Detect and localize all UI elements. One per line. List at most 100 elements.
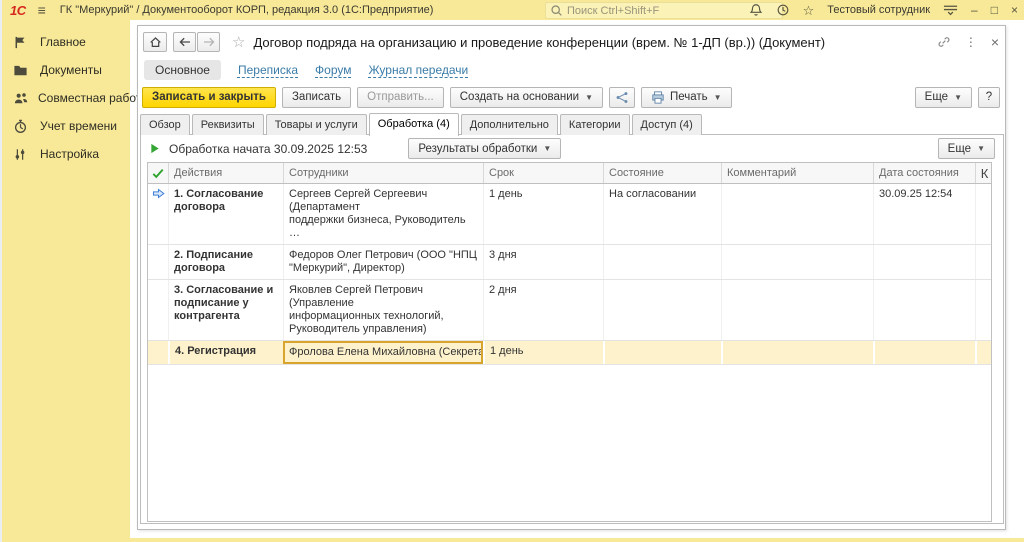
employee-cell: Сергеев Сергей Сергеевич (Департамент по…: [283, 184, 483, 244]
window-menu-kebab-icon[interactable]: ⋮: [965, 36, 977, 48]
column-header-2[interactable]: Срок: [483, 163, 603, 183]
form-navigation: Основное Переписка Форум Журнал передачи: [144, 59, 468, 80]
sidebar-item-main[interactable]: Главное: [0, 28, 130, 56]
tab-6[interactable]: Доступ (4): [631, 114, 702, 135]
state-date-cell: [873, 280, 975, 340]
employee-cell: Фролова Елена Михайловна (Секретари…: [283, 341, 483, 364]
window-close-button[interactable]: ×: [991, 35, 999, 49]
create-based-on-button[interactable]: Создать на основании ▼: [449, 86, 603, 108]
processing-status-row: Обработка начата 30.09.2025 12:53 Резуль…: [141, 135, 1003, 162]
action-cell: 2. Подписание договора: [168, 245, 283, 279]
topbar: 1С ≡ ГК "Меркурий" / Документооборот КОР…: [0, 0, 1024, 20]
table-row[interactable]: 1. Согласование договора Сергеев Сергей С…: [148, 184, 991, 245]
k-cell: [975, 341, 991, 364]
sidebar-item-documents[interactable]: Документы: [0, 56, 130, 84]
help-button[interactable]: ?: [978, 86, 1000, 108]
term-cell: 1 день: [483, 184, 603, 244]
search-placeholder: Поиск Ctrl+Shift+F: [567, 4, 660, 17]
favorite-toggle-icon[interactable]: ☆: [232, 33, 245, 51]
current-step-arrow-icon: [148, 184, 168, 244]
tab-0[interactable]: Обзор: [140, 114, 190, 135]
more-button[interactable]: Еще ▼: [914, 86, 972, 108]
send-button[interactable]: Отправить...: [357, 86, 444, 108]
service-menu-icon[interactable]: [943, 4, 958, 16]
sidebar-item-label: Главное: [40, 35, 86, 49]
column-header-1[interactable]: Сотрудники: [283, 163, 483, 183]
action-cell: 1. Согласование договора: [168, 184, 283, 244]
employee-cell: Яковлев Сергей Петрович (Управление инфо…: [283, 280, 483, 340]
processing-results-button[interactable]: Результаты обработки ▼: [408, 138, 562, 159]
favorites-star-icon[interactable]: ☆: [803, 4, 815, 17]
search-icon: [550, 4, 563, 17]
panel-more-button[interactable]: Еще ▼: [937, 138, 995, 159]
sidebar-item-label: Документы: [40, 63, 102, 77]
maximize-button[interactable]: □: [991, 3, 998, 17]
table-row[interactable]: 4. Регистрация Фролова Елена Михайловна (…: [148, 341, 991, 365]
teamwork-icon: [13, 91, 29, 106]
table-row[interactable]: 2. Подписание договора Федоров Олег Петро…: [148, 245, 991, 280]
minimize-button[interactable]: –: [971, 3, 978, 17]
hamburger-menu-icon[interactable]: ≡: [38, 3, 46, 17]
nav-link-1[interactable]: Форум: [315, 63, 351, 77]
documents-icon: [13, 63, 31, 78]
global-search-input[interactable]: Поиск Ctrl+Shift+F: [545, 2, 783, 19]
app-title: ГК "Меркурий" / Документооборот КОРП, ре…: [59, 4, 434, 16]
tab-5[interactable]: Категории: [559, 114, 630, 135]
current-user[interactable]: Тестовый сотрудник: [827, 4, 930, 16]
state-date-cell: [873, 245, 975, 279]
sidebar-item-time[interactable]: Учет времени: [0, 112, 130, 140]
history-icon[interactable]: [776, 3, 790, 17]
save-and-close-button[interactable]: Записать и закрыть: [142, 86, 276, 108]
window-header: ☆ Договор подряда на организацию и прове…: [143, 30, 999, 54]
notifications-bell-icon[interactable]: [749, 3, 763, 17]
nav-link-0[interactable]: Переписка: [238, 63, 298, 77]
table-header-row: Действия Сотрудники Срок Состояние Комментар…: [148, 163, 991, 184]
comment-cell: [721, 341, 873, 364]
row-marker-cell: [148, 341, 168, 364]
comment-cell: [721, 184, 873, 244]
sidebar: Главное Документы Совместная работа Учет вр…: [0, 20, 148, 542]
state-cell: [603, 280, 721, 340]
tab-4[interactable]: Дополнительно: [460, 114, 558, 135]
sidebar-item-teamwork[interactable]: Совместная работа: [0, 84, 148, 112]
back-button[interactable]: [173, 32, 196, 52]
forward-button[interactable]: [197, 32, 220, 52]
tab-3[interactable]: Обработка (4): [368, 113, 459, 136]
state-date-cell: 30.09.25 12:54: [873, 184, 975, 244]
comment-cell: [721, 280, 873, 340]
processing-panel: Обработка начата 30.09.2025 12:53 Резуль…: [140, 134, 1004, 524]
bottom-strip: [130, 538, 1024, 542]
processing-table: Действия Сотрудники Срок Состояние Комментар…: [147, 162, 992, 522]
form-tabs: Обзор Реквизиты Товары и услуги Обработка (…: [140, 113, 1003, 136]
term-cell: 2 дня: [483, 280, 603, 340]
document-title: Договор подряда на организацию и проведе…: [253, 34, 826, 50]
print-button[interactable]: Печать ▼: [640, 86, 732, 108]
column-header-4[interactable]: Комментарий: [721, 163, 873, 183]
row-marker-cell: [148, 245, 168, 279]
column-header-3[interactable]: Состояние: [603, 163, 721, 183]
table-row[interactable]: 3. Согласование и подписание у контраген…: [148, 280, 991, 341]
action-cell: 4. Регистрация: [168, 341, 283, 364]
home-button[interactable]: [143, 32, 167, 52]
document-window: ☆ Договор подряда на организацию и прове…: [137, 25, 1006, 530]
column-header-6[interactable]: К: [975, 163, 991, 183]
column-header-0[interactable]: Действия: [168, 163, 283, 183]
processing-started-icon: [150, 143, 160, 154]
employee-cell: Федоров Олег Петрович (ООО "НПЦ "Меркури…: [283, 245, 483, 279]
app-close-button[interactable]: ×: [1011, 3, 1018, 17]
completed-check-icon: [148, 163, 168, 183]
sidebar-item-label: Учет времени: [40, 119, 117, 133]
state-cell: [603, 245, 721, 279]
column-header-5[interactable]: Дата состояния: [873, 163, 975, 183]
screen-edge: [0, 0, 2, 542]
tab-1[interactable]: Реквизиты: [191, 114, 264, 135]
sidebar-item-settings[interactable]: Настройка: [0, 140, 130, 168]
settings-icon: [13, 147, 31, 162]
nav-link-2[interactable]: Журнал передачи: [368, 63, 468, 77]
time-icon: [13, 119, 31, 134]
save-button[interactable]: Записать: [281, 86, 352, 108]
share-button[interactable]: [608, 86, 635, 108]
nav-tab-main[interactable]: Основное: [144, 59, 221, 80]
get-link-icon[interactable]: [937, 35, 951, 49]
tab-2[interactable]: Товары и услуги: [265, 114, 367, 135]
